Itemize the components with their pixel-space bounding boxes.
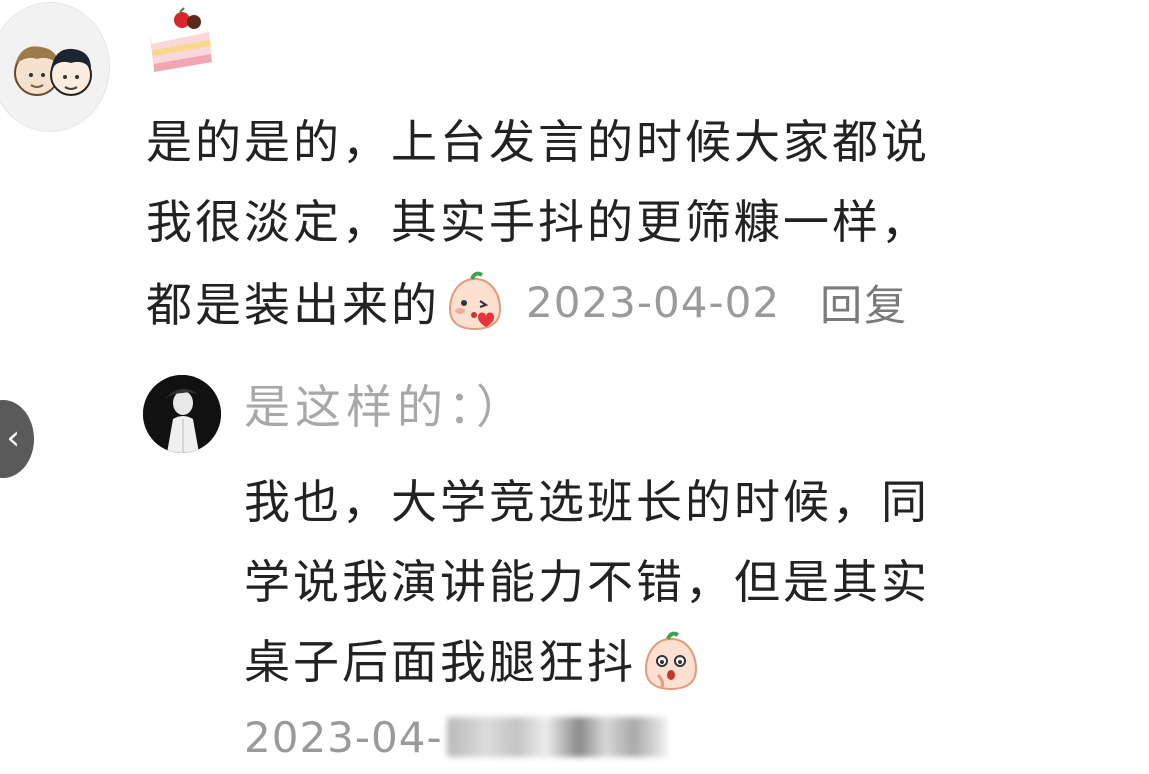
blurred-region bbox=[446, 717, 667, 757]
blush-kiss-emoji bbox=[444, 271, 506, 333]
reply-body: 我也，大学竞选班长的时候，同 学说我演讲能力不错，但是其实 桌子后面我腿狂抖 bbox=[244, 462, 1104, 702]
comment-footer: 都是装出来的 2023-04-02 回复 bbox=[146, 262, 908, 342]
back-button[interactable]: ‹ bbox=[0, 400, 34, 478]
reply-button[interactable]: 回复 bbox=[820, 272, 908, 333]
chevron-left-icon: ‹ bbox=[6, 418, 20, 458]
reply-footer: 2023-04- bbox=[244, 702, 667, 772]
reply-timestamp: 2023-04- bbox=[244, 712, 443, 762]
comment-timestamp: 2023-04-02 bbox=[526, 277, 781, 327]
reply-user-avatar[interactable] bbox=[143, 375, 221, 453]
reply-line: 桌子后面我腿狂抖 bbox=[244, 635, 636, 689]
comment-body: 是的是的，上台发言的时候大家都说 我很淡定，其实手抖的更筛糠一样， bbox=[146, 102, 1126, 262]
reply-line: 我也，大学竞选班长的时候，同 bbox=[244, 475, 930, 529]
reply-line: 学说我演讲能力不错，但是其实 bbox=[244, 555, 930, 609]
cake-badge-icon bbox=[146, 6, 216, 76]
comment-line: 都是装出来的 bbox=[146, 278, 440, 332]
comment-line: 是的是的，上台发言的时候大家都说 bbox=[146, 115, 930, 169]
reply-username[interactable]: 是这样的：） bbox=[244, 372, 527, 442]
shy-giggle-emoji bbox=[640, 631, 702, 693]
comment-line: 我很淡定，其实手抖的更筛糠一样， bbox=[146, 195, 930, 249]
user-avatar[interactable] bbox=[0, 2, 110, 132]
